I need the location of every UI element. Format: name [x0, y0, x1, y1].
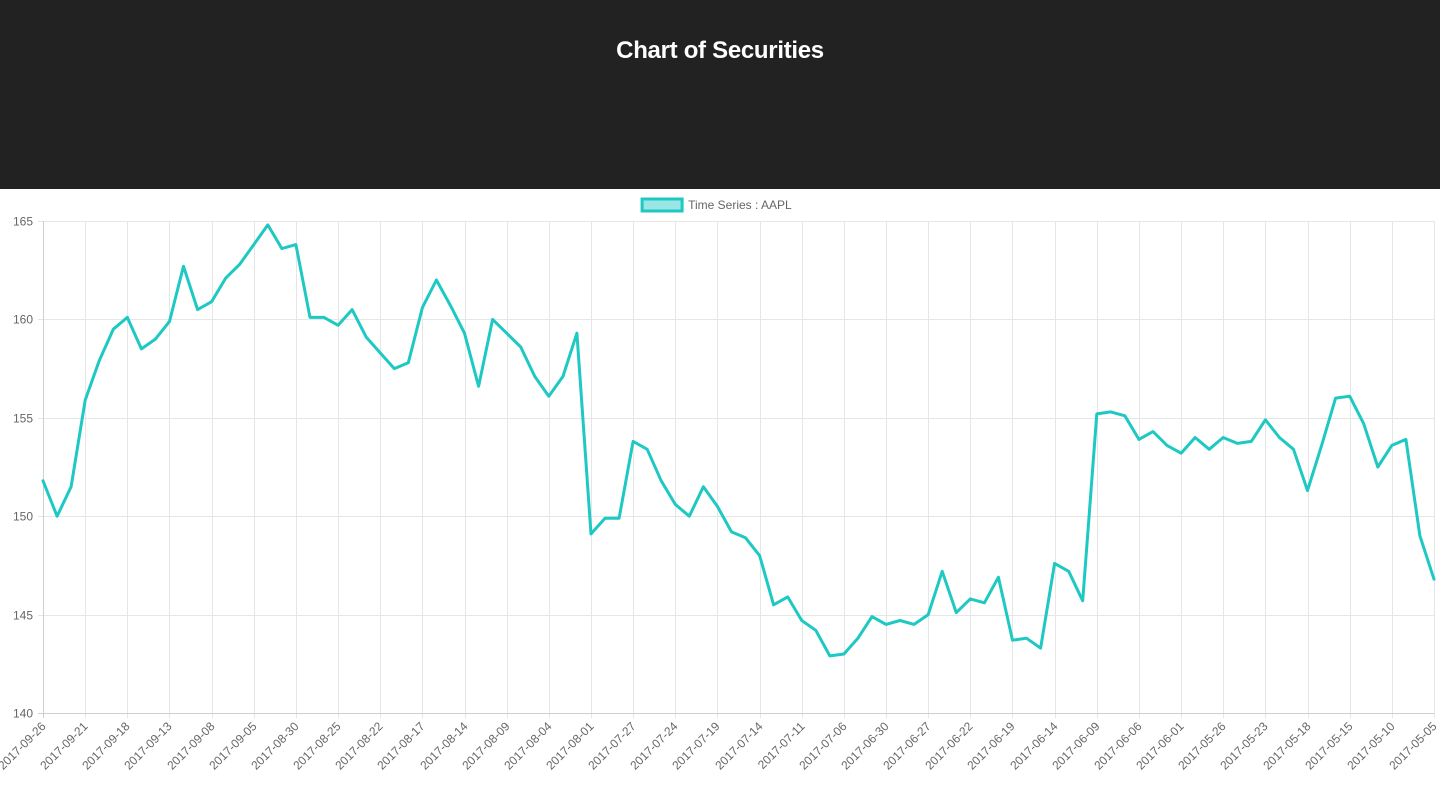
- y-tick-label: 145: [13, 609, 33, 623]
- y-tick-label: 165: [13, 215, 33, 229]
- y-tick-label: 155: [13, 412, 33, 426]
- series-line-aapl: [41, 223, 1436, 658]
- legend-swatch[interactable]: [640, 197, 684, 213]
- line-chart: 1401451501551601652017-09-262017-09-2120…: [0, 197, 1440, 773]
- y-tick-label: 140: [13, 707, 33, 721]
- chart-series: [41, 223, 1436, 658]
- legend-label[interactable]: Time Series : AAPL: [688, 198, 792, 212]
- page-title: Chart of Securities: [616, 37, 824, 64]
- page-header: Chart of Securities: [0, 0, 1440, 189]
- chart-legend[interactable]: Time Series : AAPL: [640, 197, 792, 213]
- y-tick-label: 160: [13, 313, 33, 327]
- y-tick-label: 150: [13, 510, 33, 524]
- chart-grid: [38, 221, 1435, 718]
- chart-container: 140 145 150 155 160 165 2017-09-26 2017-09-21 20…: [0, 189, 1440, 800]
